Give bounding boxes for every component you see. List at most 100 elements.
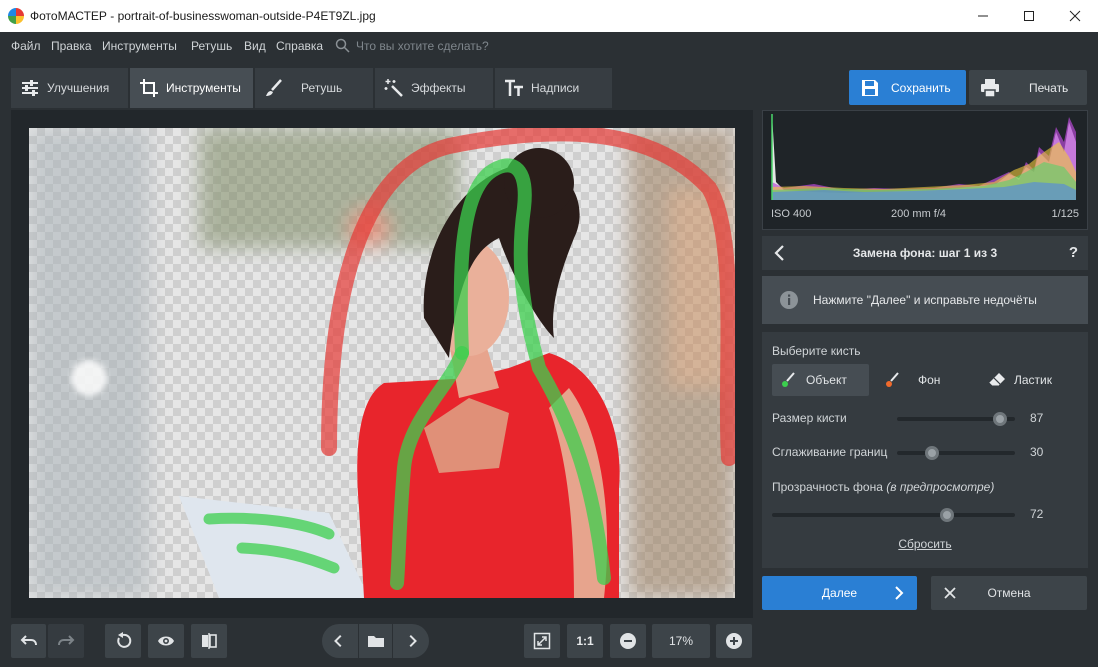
minimize-icon — [978, 15, 988, 17]
save-button-label: Сохранить — [891, 80, 951, 95]
rotate-icon — [117, 632, 132, 648]
opacity-track — [772, 513, 1015, 517]
brush-size-value: 87 — [1030, 411, 1044, 425]
tab-retouch-label: Ретушь — [301, 81, 343, 95]
menu-bar: Файл Правка Инструменты Ретушь Вид Справ… — [0, 32, 1098, 60]
smoothing-label: Сглаживание границ — [772, 445, 888, 459]
eye-icon — [158, 636, 174, 646]
close-icon — [944, 587, 956, 599]
tab-tools[interactable]: Инструменты — [130, 68, 254, 108]
close-button[interactable] — [1052, 0, 1098, 32]
brush-eraser-label: Ластик — [1014, 373, 1052, 387]
search-icon[interactable] — [335, 38, 350, 53]
smoothing-slider[interactable] — [897, 446, 1015, 460]
search-input[interactable]: Что вы хотите сделать? — [356, 39, 489, 53]
actual-size-button[interactable]: 1:1 — [567, 624, 603, 658]
crop-icon — [140, 79, 158, 97]
previous-photo-button[interactable] — [322, 624, 356, 658]
smoothing-value: 30 — [1030, 445, 1044, 459]
undo-icon — [20, 635, 37, 646]
tab-tools-label: Инструменты — [166, 81, 241, 95]
print-button[interactable]: Печать — [969, 70, 1087, 105]
brush-background-button[interactable]: Фон — [876, 364, 956, 396]
reset-rotate-button[interactable] — [105, 624, 141, 658]
tab-text-label: Надписи — [531, 81, 580, 95]
tab-enhancements[interactable]: Улучшения — [11, 68, 129, 108]
preview-button[interactable] — [148, 624, 184, 658]
hint-box: Нажмите "Далее" и исправьте недочёты — [762, 276, 1088, 324]
brush-size-knob[interactable] — [992, 412, 1007, 426]
text-icon — [505, 79, 523, 96]
app-logo-icon — [8, 8, 24, 24]
fit-screen-button[interactable] — [524, 624, 560, 658]
printer-icon — [981, 78, 999, 98]
tab-effects-label: Эффекты — [411, 81, 466, 95]
floppy-disk-icon — [862, 79, 878, 96]
window-title: ФотоМАСТЕР - portrait-of-businesswoman-o… — [30, 9, 376, 23]
opacity-label: Прозрачность фона (в предпросмотре) — [772, 480, 994, 494]
title-bar: ФотоМАСТЕР - portrait-of-businesswoman-o… — [0, 0, 1098, 32]
menu-help[interactable]: Справка — [276, 39, 323, 53]
save-button[interactable]: Сохранить — [849, 70, 966, 105]
zoom-in-button[interactable] — [716, 624, 752, 658]
sliders-icon — [22, 80, 38, 96]
brush-size-label: Размер кисти — [772, 411, 847, 425]
back-arrow-icon[interactable] — [772, 244, 788, 262]
histogram-iso: ISO 400 — [771, 208, 812, 220]
undo-button[interactable] — [11, 624, 46, 658]
tab-retouch[interactable]: Ретушь — [255, 68, 374, 108]
brush-background-label: Фон — [918, 373, 941, 387]
redo-button[interactable] — [48, 624, 84, 658]
brush-size-slider[interactable] — [897, 412, 1015, 426]
menu-edit[interactable]: Правка — [51, 39, 92, 53]
chevron-right-icon — [409, 634, 417, 648]
zoom-level[interactable]: 17% — [652, 624, 710, 658]
actual-size-label: 1:1 — [576, 634, 594, 648]
brush-panel: Выберите кисть Объект Фон Ластик Размер … — [762, 332, 1088, 568]
brush-background-icon — [886, 372, 899, 387]
tab-text[interactable]: Надписи — [495, 68, 613, 108]
smoothing-knob[interactable] — [925, 446, 940, 460]
reset-link[interactable]: Сбросить — [762, 537, 1088, 551]
cancel-button[interactable]: Отмена — [931, 576, 1087, 610]
print-button-label: Печать — [1029, 80, 1069, 95]
menu-view[interactable]: Вид — [244, 39, 266, 53]
brush-heading: Выберите кисть — [772, 344, 861, 358]
fit-screen-icon — [533, 632, 551, 650]
brush-eraser-button[interactable]: Ластик — [980, 364, 1080, 396]
histogram-lens: 200 mm f/4 — [891, 208, 947, 220]
brush-object-button[interactable]: Объект — [772, 364, 869, 396]
maximize-button[interactable] — [1006, 0, 1052, 32]
tab-effects[interactable]: Эффекты — [375, 68, 494, 108]
smoothing-track — [897, 451, 1015, 455]
next-photo-button[interactable] — [395, 624, 429, 658]
brush-object-label: Объект — [806, 373, 847, 387]
zoom-in-icon — [726, 633, 742, 649]
opacity-knob[interactable] — [939, 508, 954, 522]
photo-image — [29, 128, 735, 598]
step-header: Замена фона: шаг 1 из 3 ? — [762, 236, 1088, 270]
cancel-button-label: Отмена — [987, 586, 1031, 600]
eraser-icon — [988, 373, 1005, 387]
magic-wand-icon — [384, 79, 403, 97]
compare-button[interactable] — [191, 624, 227, 658]
opacity-slider[interactable] — [772, 508, 1015, 522]
menu-retouch[interactable]: Ретушь — [191, 39, 232, 53]
histogram-panel: ISO 400 200 mm f/4 1/125 — [762, 110, 1088, 230]
brush-object-icon — [782, 372, 795, 387]
chevron-right-icon — [895, 586, 904, 600]
histogram-shutter: 1/125 — [1051, 208, 1079, 220]
photo-preview[interactable] — [29, 128, 735, 598]
maximize-icon — [1024, 11, 1034, 21]
zoom-out-button[interactable] — [610, 624, 646, 658]
open-folder-button[interactable] — [358, 624, 393, 658]
help-button[interactable]: ? — [1069, 244, 1078, 261]
hint-text: Нажмите "Далее" и исправьте недочёты — [813, 293, 1037, 307]
menu-file[interactable]: Файл — [11, 39, 41, 53]
menu-tools[interactable]: Инструменты — [102, 39, 177, 53]
zoom-out-icon — [620, 633, 636, 649]
compare-icon — [202, 633, 217, 649]
next-button[interactable]: Далее — [762, 576, 917, 610]
minimize-button[interactable] — [960, 0, 1006, 32]
tab-enhancements-label: Улучшения — [47, 81, 110, 95]
